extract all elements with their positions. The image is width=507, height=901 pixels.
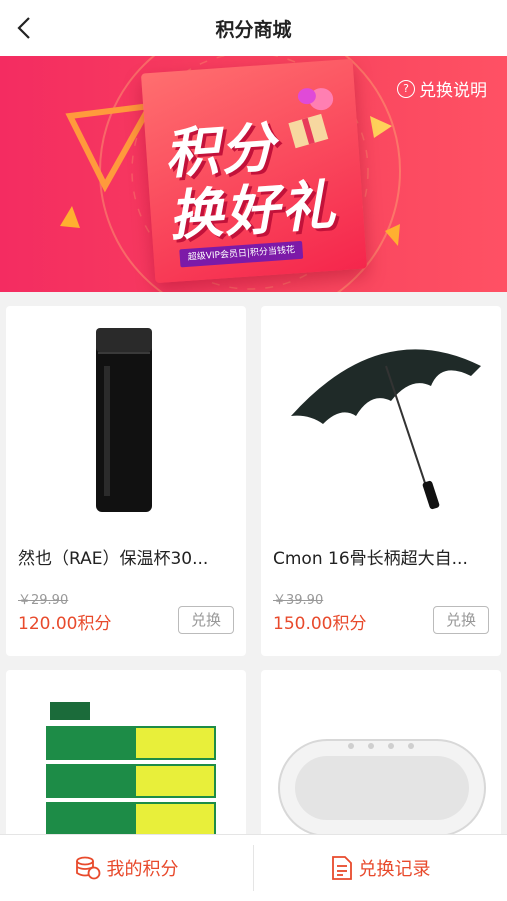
points-price: 120.00积分 xyxy=(18,614,112,634)
tab-redeem-history-label: 兑换记录 xyxy=(358,859,431,880)
coins-icon xyxy=(75,856,100,880)
redeem-rules-link[interactable]: ? 兑换说明 xyxy=(397,76,487,101)
product-card[interactable] xyxy=(6,670,246,840)
umbrella-image xyxy=(291,349,481,510)
product-card[interactable]: 然也（RAE）保温杯30... ￥29.90 120.00积分 兑换 xyxy=(6,306,246,656)
product-card[interactable]: Cmon 16骨长柄超大自... ￥39.90 150.00积分 兑换 xyxy=(261,306,501,656)
redeem-button[interactable]: 兑换 xyxy=(178,606,234,634)
product-name: Cmon 16骨长柄超大自... xyxy=(273,549,468,569)
question-icon: ? xyxy=(397,79,415,98)
promo-banner[interactable]: 积分 换好礼 超级VIP会员日|积分当钱花 ? 兑换说明 xyxy=(0,56,507,292)
toothpaste-image xyxy=(46,702,216,836)
tab-my-points[interactable]: 我的积分 xyxy=(0,835,253,901)
bottom-tab-bar: 我的积分 兑换记录 xyxy=(0,834,507,901)
redeem-rules-label: 兑换说明 xyxy=(419,81,487,101)
product-card[interactable] xyxy=(261,670,501,840)
back-button[interactable] xyxy=(10,14,38,42)
chevron-left-icon xyxy=(17,17,30,39)
product-name: 然也（RAE）保温杯30... xyxy=(18,549,209,569)
points-price: 150.00积分 xyxy=(273,614,367,634)
banner-headline-2: 换好礼 xyxy=(166,172,339,248)
tab-redeem-history[interactable]: 兑换记录 xyxy=(254,835,507,901)
original-price: ￥29.90 xyxy=(18,593,69,608)
thermos-cup-image xyxy=(96,328,152,512)
page-title: 积分商城 xyxy=(215,18,292,41)
banner-art: 积分 换好礼 超级VIP会员日|积分当钱花 xyxy=(140,58,368,284)
gift-box-icon xyxy=(288,88,334,149)
redeem-button[interactable]: 兑换 xyxy=(433,606,489,634)
tab-my-points-label: 我的积分 xyxy=(106,859,179,880)
top-bar: 积分商城 xyxy=(0,0,507,56)
speaker-image xyxy=(278,739,486,837)
original-price: ￥39.90 xyxy=(273,593,324,608)
document-icon xyxy=(331,856,352,880)
